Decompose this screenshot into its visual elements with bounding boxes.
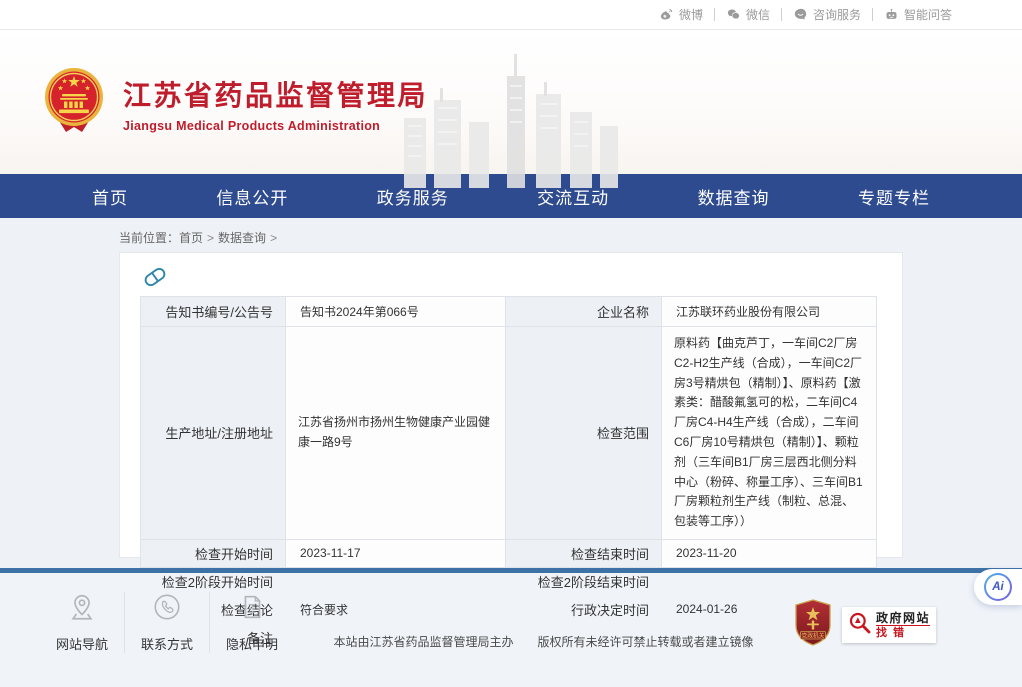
document-icon [237,592,267,625]
breadcrumb-separator: > [270,231,277,245]
map-pin-icon [67,592,97,625]
topbar-divider [872,8,873,21]
inspection-end-value: 2023-11-20 [662,539,877,567]
footer-badges: 党政机关 政府网站 找错 [793,599,936,651]
table-row: 检查开始时间 2023-11-17 检查结束时间 2023-11-20 [141,539,877,567]
company-name-label: 企业名称 [506,297,662,327]
brand-text: 江苏省药品监督管理局 Jiangsu Medical Products Admi… [123,74,428,133]
footer-quick-links: 网站导航 联系方式 隐私申明 [40,592,294,653]
wechat-icon [726,7,741,22]
smart-qa-label: 智能问答 [904,6,952,23]
site-logo[interactable]: 江苏省药品监督管理局 Jiangsu Medical Products Admi… [42,66,428,141]
inspection-end-label: 检查结束时间 [506,539,662,567]
footer-info: 本站由江苏省药品监督管理局主办 版权所有未经许可禁止转载或者建立镜像 邮编：21… [294,595,793,687]
topbar-divider [781,8,782,21]
phone-icon [152,592,182,625]
nav-item-info-disclosure[interactable]: 信息公开 [216,184,288,209]
inspection-scope-label: 检查范围 [506,327,662,540]
footer-line-host: 本站由江苏省药品监督管理局主办 版权所有未经许可禁止转载或者建立镜像 [294,633,793,652]
site-error-report-badge[interactable]: 政府网站 找错 [842,607,936,643]
site-error-report-line2: 找错 [876,625,930,640]
footer: 网站导航 联系方式 隐私申明 本站由江苏省药品监督管理局主办 版权所有未经许可禁… [0,573,1022,687]
site-error-report-line1: 政府网站 [876,611,930,625]
notice-number-label: 告知书编号/公告号 [141,297,286,327]
party-gov-badge[interactable]: 党政机关 [793,599,833,651]
breadcrumb-prefix: 当前位置： [119,231,179,245]
magnifier-icon [847,610,873,641]
address-value: 江苏省扬州市扬州生物健康产业园健康一路9号 [286,327,506,540]
contact-link[interactable]: 联系方式 [124,592,209,653]
national-emblem-icon [42,66,106,141]
inspection-start-label: 检查开始时间 [141,539,286,567]
inspection-record-card: 告知书编号/公告号 告知书2024年第066号 企业名称 江苏联环药业股份有限公… [119,252,903,558]
ai-icon: Ai [984,573,1012,601]
ai-icon-label: Ai [986,575,1010,599]
table-row: 生产地址/注册地址 江苏省扬州市扬州生物健康产业园健康一路9号 检查范围 原料药… [141,327,877,540]
privacy-label: 隐私申明 [226,634,278,653]
page: 微博 微信 咨询服务 智能问答 [0,0,1022,687]
ai-assistant-button[interactable]: Ai [974,569,1022,605]
site-map-label: 网站导航 [56,634,108,653]
party-gov-badge-label: 党政机关 [801,631,824,639]
weibo-link-label: 微博 [679,6,703,23]
wechat-link-label: 微信 [746,6,770,23]
address-label: 生产地址/注册地址 [141,327,286,540]
site-error-report-text: 政府网站 找错 [876,611,930,640]
consult-service-link[interactable]: 咨询服务 [793,6,861,23]
wechat-link[interactable]: 微信 [726,6,770,23]
nav-item-data-query[interactable]: 数据查询 [698,184,770,209]
weibo-link[interactable]: 微博 [659,6,703,23]
smart-qa-link[interactable]: 智能问答 [884,6,952,23]
site-title: 江苏省药品监督管理局 [123,74,428,114]
breadcrumb-home-link[interactable]: 首页 [179,231,203,245]
nav-item-special-topics[interactable]: 专题专栏 [858,184,930,209]
site-subtitle: Jiangsu Medical Products Administration [123,119,428,133]
breadcrumb: 当前位置：首页 > 数据查询 > [119,218,903,252]
inspection-scope-value: 原料药【曲克芦丁，一车间C2厂房C2-H2生产线（合成），一车间C2厂房3号精烘… [662,327,877,540]
table-row: 告知书编号/公告号 告知书2024年第066号 企业名称 江苏联环药业股份有限公… [141,297,877,327]
privacy-link[interactable]: 隐私申明 [209,592,294,653]
inspection-start-value: 2023-11-17 [286,539,506,567]
weibo-icon [659,7,674,22]
masthead: 江苏省药品监督管理局 Jiangsu Medical Products Admi… [0,30,1022,174]
nav-item-home[interactable]: 首页 [92,184,128,209]
site-map-link[interactable]: 网站导航 [40,592,124,653]
main-content: 当前位置：首页 > 数据查询 > 告知书编号/公告号 告知书2024年第066号 企业… [0,218,1022,568]
robot-icon [884,7,899,22]
breadcrumb-data-query-link[interactable]: 数据查询 [218,231,266,245]
breadcrumb-separator: > [207,231,214,245]
consult-service-label: 咨询服务 [813,6,861,23]
topbar: 微博 微信 咨询服务 智能问答 [0,0,1022,30]
chat-bubble-icon [793,7,808,22]
contact-label: 联系方式 [141,634,193,653]
capsule-icon [140,262,882,296]
notice-number-value: 告知书2024年第066号 [286,297,506,327]
topbar-divider [714,8,715,21]
company-name-value: 江苏联环药业股份有限公司 [662,297,877,327]
